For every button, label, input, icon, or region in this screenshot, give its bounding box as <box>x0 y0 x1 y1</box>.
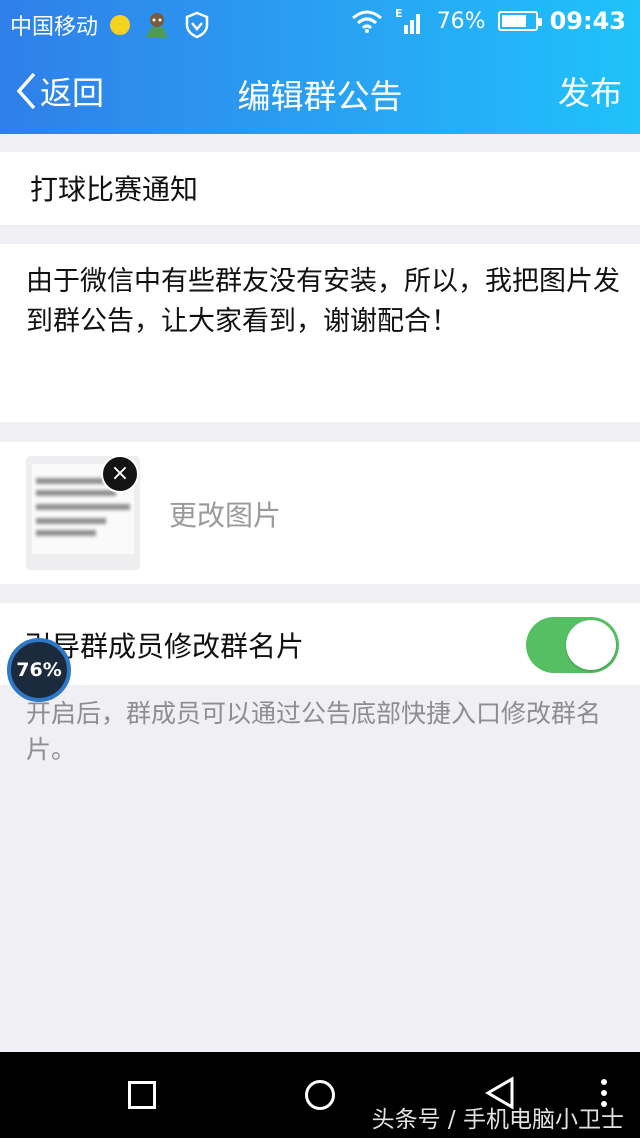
vpn-shield-icon <box>185 11 209 39</box>
header: 中国移动 E 76% 09:43 返回 编辑群公告 发布 <box>0 0 640 134</box>
page-title: 编辑群公告 <box>237 77 403 116</box>
status-bar: 中国移动 E 76% 09:43 <box>0 0 640 46</box>
app-notification-icon <box>146 13 169 38</box>
guide-member-card-toggle[interactable] <box>526 617 619 673</box>
watermark-text: 头条号 / 手机电脑小卫士 <box>371 1107 624 1133</box>
notification-dot-icon <box>110 15 131 35</box>
announcement-body-text: 由于微信中有些群友没有安装，所以，我把图片发到群公告，让大家看到，谢谢配合！ <box>26 266 620 337</box>
image-blur-line <box>36 490 116 496</box>
network-type-label: E <box>395 7 403 20</box>
publish-button[interactable]: 发布 <box>558 68 622 114</box>
image-section: 更改图片 <box>0 442 640 584</box>
status-right: E 76% 09:43 <box>351 7 626 35</box>
recent-apps-button[interactable] <box>128 1081 156 1109</box>
announcement-title-text: 打球比赛通知 <box>30 173 199 206</box>
battery-level-fill <box>501 15 526 27</box>
change-image-button[interactable]: 更改图片 <box>169 494 281 534</box>
announcement-title-field[interactable]: 打球比赛通知 <box>0 152 640 225</box>
guide-member-card-row: 引导群成员修改群名片 <box>0 603 640 685</box>
title-bar: 返回 编辑群公告 发布 <box>0 46 640 134</box>
image-blur-line <box>36 518 106 524</box>
image-blur-line <box>36 504 130 510</box>
wifi-icon <box>351 10 382 33</box>
system-navigation-bar: 头条号 / 手机电脑小卫士 <box>0 1052 640 1138</box>
carrier-name: 中国移动 <box>10 15 99 40</box>
home-button[interactable] <box>305 1080 335 1110</box>
status-left: 中国移动 <box>10 9 210 41</box>
battery-percent: 76% <box>436 8 486 34</box>
remove-image-icon[interactable]: × <box>101 455 139 493</box>
toggle-knob <box>566 620 616 670</box>
floating-booster-widget[interactable]: 76% <box>7 638 71 702</box>
floating-widget-value: 76% <box>16 659 62 681</box>
image-blur-line <box>36 530 96 536</box>
announcement-body-field[interactable]: 由于微信中有些群友没有安装，所以，我把图片发到群公告，让大家看到，谢谢配合！ <box>0 244 640 422</box>
battery-icon <box>497 11 542 31</box>
clock: 09:43 <box>549 7 626 35</box>
signal-icon: E <box>395 7 420 34</box>
toggle-hint-text: 开启后，群成员可以通过公告底部快捷入口修改群名片。 <box>26 699 602 764</box>
